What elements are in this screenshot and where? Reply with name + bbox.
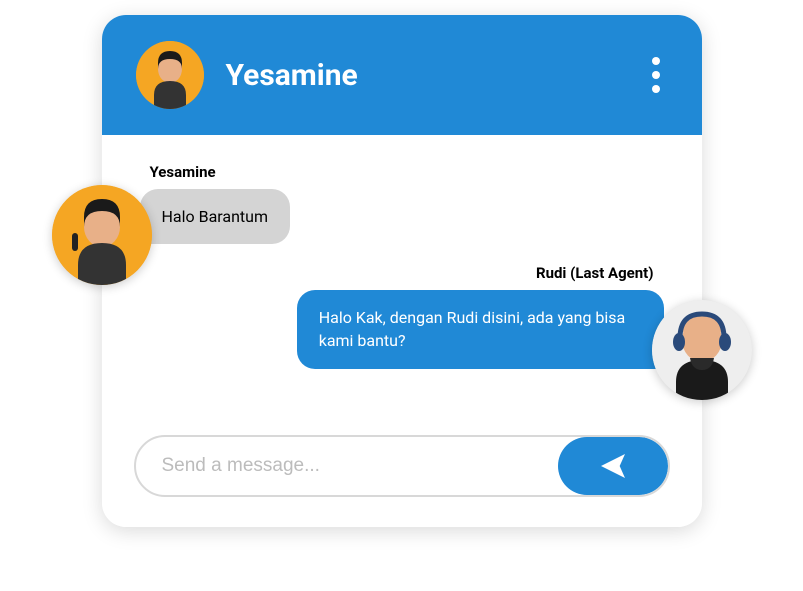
person-icon [52,185,152,285]
message-outgoing: Rudi (Last Agent) Halo Kak, dengan Rudi … [140,264,664,368]
more-menu-icon [652,57,660,65]
send-button[interactable] [558,437,668,495]
message-sender-label: Rudi (Last Agent) [140,264,664,282]
customer-avatar-floating [52,185,152,285]
chat-header: Yesamine [102,15,702,135]
composer-input-wrapper [134,435,670,497]
person-headset-icon [652,300,752,400]
agent-avatar-floating [652,300,752,400]
chat-window: Yesamine Yesamine Halo Barantum Rudi (La… [102,15,702,527]
message-bubble: Halo Barantum [140,189,291,244]
contact-name: Yesamine [226,58,622,93]
message-input[interactable] [136,437,558,495]
chat-messages: Yesamine Halo Barantum Rudi (Last Agent)… [102,135,702,415]
message-incoming: Yesamine Halo Barantum [140,163,664,244]
more-menu-button[interactable] [644,49,668,101]
message-bubble: Halo Kak, dengan Rudi disini, ada yang b… [297,290,664,368]
person-icon [136,41,204,109]
contact-avatar[interactable] [136,41,204,109]
chat-composer [102,415,702,527]
send-icon [597,450,629,482]
message-sender-label: Yesamine [140,163,664,181]
